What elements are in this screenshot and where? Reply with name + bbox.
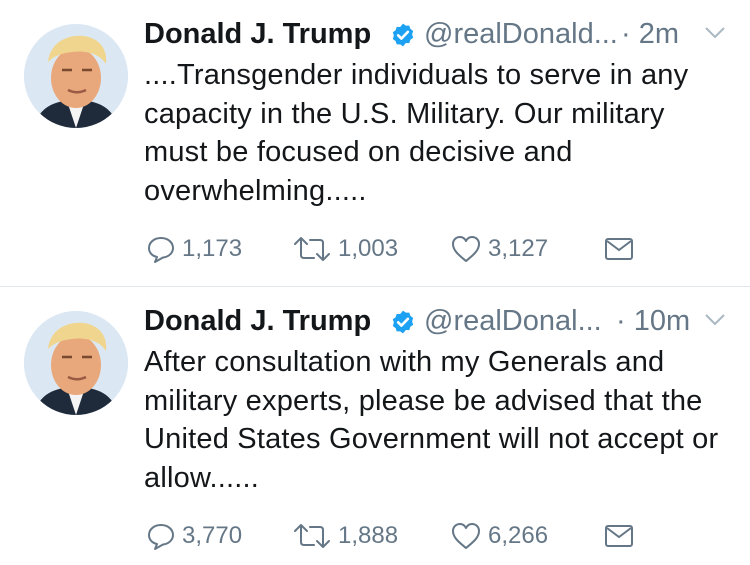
- author-handle[interactable]: @realDonald...: [424, 18, 618, 51]
- tweet-timestamp[interactable]: · 2m: [621, 18, 679, 51]
- tweet-header: Donald J. Trump @realDonald... · 2m: [144, 16, 740, 56]
- tweet-actions: 3,770 1,888 6,266: [144, 519, 704, 553]
- like-icon: [452, 236, 480, 262]
- tweet-header: Donald J. Trump @realDonal... · 10m: [144, 303, 740, 343]
- reply-count: 3,770: [182, 522, 243, 549]
- profile-avatar[interactable]: [24, 311, 128, 415]
- reply-button[interactable]: 3,770: [146, 519, 242, 553]
- author-name[interactable]: Donald J. Trump: [144, 305, 371, 338]
- like-icon: [452, 523, 480, 549]
- tweet-text: After consultation with my Generals and …: [144, 346, 719, 494]
- reply-count: 1,173: [182, 235, 243, 262]
- retweet-button[interactable]: 1,888: [292, 519, 398, 553]
- author-name[interactable]: Donald J. Trump: [144, 18, 371, 51]
- like-count: 6,266: [488, 522, 549, 549]
- tweet[interactable]: Donald J. Trump @realDonald... · 2m ....…: [0, 0, 750, 286]
- retweet-count: 1,888: [338, 522, 399, 549]
- profile-avatar[interactable]: [24, 24, 128, 128]
- like-count: 3,127: [488, 235, 549, 262]
- verified-badge-icon: [392, 23, 414, 47]
- tweet-text: ....Transgender individuals to serve in …: [144, 59, 689, 207]
- retweet-button[interactable]: 1,003: [292, 232, 398, 266]
- like-button[interactable]: 6,266: [450, 519, 548, 553]
- verified-badge-icon: [392, 310, 414, 334]
- reply-icon: [148, 524, 174, 550]
- tweet-actions: 1,173 1,003 3,127: [144, 232, 704, 266]
- chevron-down-icon[interactable]: [704, 313, 726, 327]
- tweet-timestamp[interactable]: · 10m: [616, 305, 690, 338]
- tweet[interactable]: Donald J. Trump @realDonal... · 10m Afte…: [0, 287, 750, 565]
- direct-message-icon: [605, 525, 633, 547]
- retweet-count: 1,003: [338, 235, 399, 262]
- retweet-icon: [294, 237, 330, 261]
- author-handle[interactable]: @realDonal...: [424, 305, 602, 338]
- chevron-down-icon[interactable]: [704, 26, 726, 40]
- like-button[interactable]: 3,127: [450, 232, 548, 266]
- direct-message-icon: [605, 238, 633, 260]
- direct-message-button[interactable]: [604, 519, 634, 553]
- reply-icon: [148, 237, 174, 263]
- retweet-icon: [294, 524, 330, 548]
- direct-message-button[interactable]: [604, 232, 634, 266]
- timeline: Donald J. Trump @realDonald... · 2m ....…: [0, 0, 750, 565]
- reply-button[interactable]: 1,173: [146, 232, 242, 266]
